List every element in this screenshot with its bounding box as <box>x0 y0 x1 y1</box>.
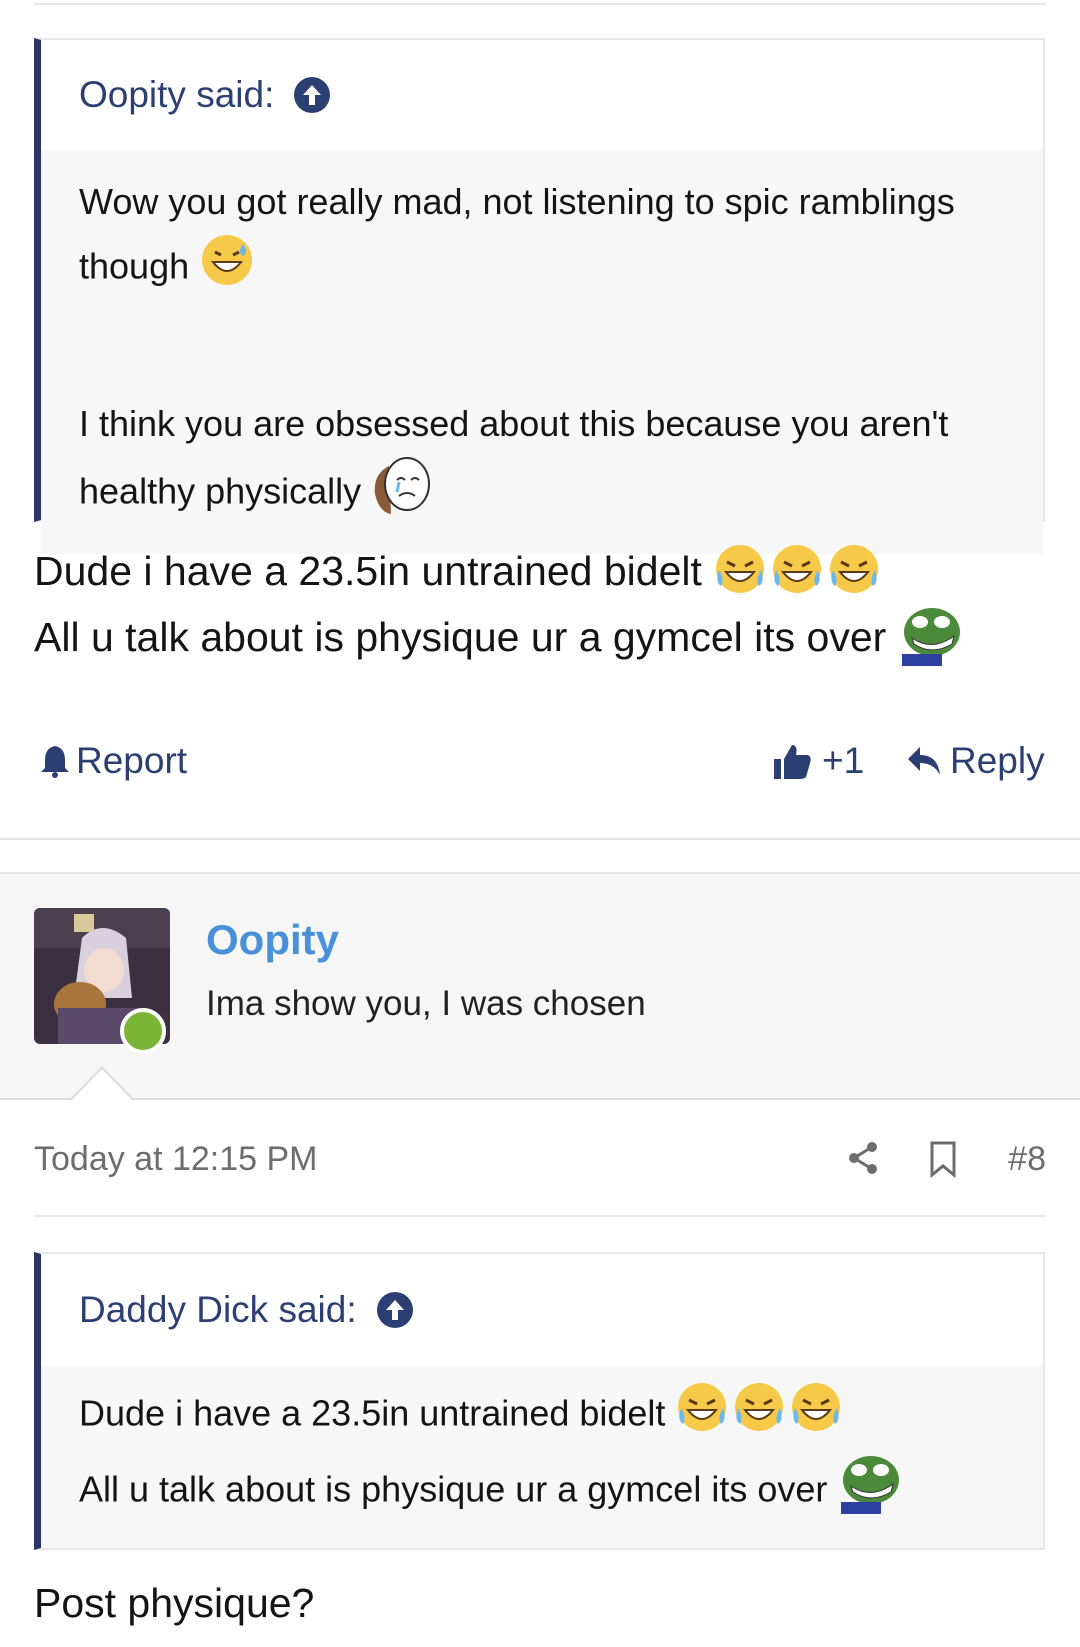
post-divider <box>0 838 1080 840</box>
reply-label[interactable]: Reply <box>950 740 1045 782</box>
top-divider <box>34 3 1046 5</box>
reply-button[interactable]: Reply <box>906 740 1045 782</box>
user-block-pointer-fill <box>72 1069 132 1100</box>
arrow-up-circle-icon[interactable] <box>294 77 331 113</box>
reply-arrow-icon <box>908 747 940 775</box>
post-message-line: Dude i have a 23.5in untrained bidelt <box>34 542 881 606</box>
post-number[interactable]: #8 <box>1008 1140 1046 1179</box>
user-title: Ima show you, I was chosen <box>206 984 646 1023</box>
bell-icon <box>41 746 69 778</box>
quote-author-label[interactable]: Daddy Dick said: <box>79 1289 357 1331</box>
report-label[interactable]: Report <box>76 740 187 782</box>
quote-author-label[interactable]: Oopity said: <box>79 74 274 116</box>
quote-line: Wow you got really mad, not listening to… <box>79 181 955 222</box>
quote-block: Oopity said: Wow you got really mad, not… <box>34 38 1045 554</box>
share-icon[interactable] <box>846 1140 880 1185</box>
thumbs-up-icon <box>774 745 811 779</box>
quote-body: Wow you got really mad, not listening to… <box>41 150 1043 554</box>
meta-divider <box>34 1215 1046 1217</box>
tears-of-joy-emoji <box>675 1380 843 1452</box>
quote-line: though <box>79 245 190 287</box>
tears-of-joy-emoji <box>713 542 881 606</box>
pepe-laugh-emoji <box>837 1452 901 1532</box>
quote-block: Daddy Dick said: Dude i have a 23.5in un… <box>34 1252 1045 1550</box>
quote-header[interactable]: Daddy Dick said: <box>41 1254 1043 1366</box>
quote-line: healthy physically <box>79 470 362 512</box>
like-count[interactable]: +1 <box>822 740 864 782</box>
bookmark-icon[interactable] <box>928 1140 958 1187</box>
post-message: Post physique? <box>34 1580 315 1626</box>
pepe-laugh-emoji <box>898 604 962 676</box>
quote-body: Dude i have a 23.5in untrained bidelt Al… <box>41 1366 1043 1548</box>
quote-line: All u talk about is physique ur a gymcel… <box>79 1468 828 1510</box>
quote-line: I think you are obsessed about this beca… <box>79 403 949 444</box>
quote-header[interactable]: Oopity said: <box>41 40 1043 150</box>
post-message-line: All u talk about is physique ur a gymcel… <box>34 604 962 676</box>
grinning-sweat-emoji <box>199 232 255 306</box>
report-button[interactable]: Report <box>40 740 187 782</box>
post-meta: Today at 12:15 PM #8 <box>34 1140 1046 1184</box>
crying-wojak-emoji <box>371 454 433 534</box>
arrow-up-circle-icon[interactable] <box>376 1292 413 1328</box>
like-button[interactable]: +1 <box>772 740 864 782</box>
post-actions: Report +1 Reply <box>0 740 1080 790</box>
post-timestamp[interactable]: Today at 12:15 PM <box>34 1140 318 1179</box>
post-user-block: Oopity Ima show you, I was chosen <box>0 872 1080 1100</box>
username[interactable]: Oopity <box>206 916 339 964</box>
online-status-indicator <box>120 1008 166 1054</box>
quote-line: Dude i have a 23.5in untrained bidelt <box>79 1392 666 1434</box>
